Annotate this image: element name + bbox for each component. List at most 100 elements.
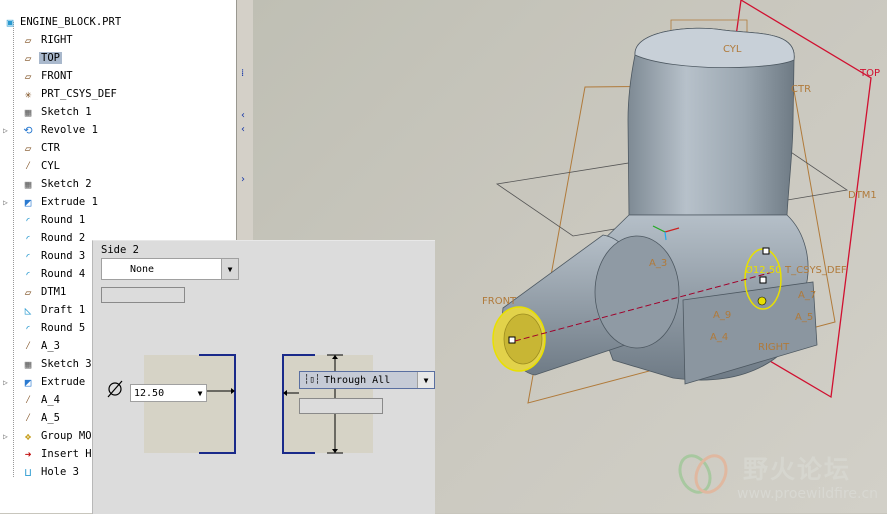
side2-depth-field[interactable] xyxy=(101,287,185,303)
diameter-diagram-lines xyxy=(107,354,236,454)
tree-item-label: Extrude 1 xyxy=(41,196,98,208)
tree-item[interactable]: ⁄ CYL xyxy=(0,157,236,175)
tree-item-label: Sketch 1 xyxy=(41,106,92,118)
center-drag-handle[interactable] xyxy=(759,276,767,284)
diameter-value: 12.50 xyxy=(134,387,165,399)
sketch-icon: ▦ xyxy=(24,105,32,119)
round-icon: ◜ xyxy=(24,267,32,281)
tree-item-label: PRT_CSYS_DEF xyxy=(41,88,117,100)
round-icon: ◜ xyxy=(24,321,32,335)
dtm1-label: DTM1 xyxy=(848,190,877,201)
datum-plane-icon: ▱ xyxy=(24,51,32,65)
tree-item-label: Group MOU xyxy=(41,430,98,442)
watermark-url: www.proewildfire.cn xyxy=(737,486,879,502)
tree-item[interactable]: ▦ Sketch 1 xyxy=(0,103,236,121)
tree-item-label: Round 3 xyxy=(41,250,86,262)
hole-options-panel: Side 2 None ▼ 12.50 ▼ ┆▯┆ Through All ▼ xyxy=(92,240,435,514)
cone-collar xyxy=(594,235,680,349)
tree-item-label: Sketch 3 xyxy=(41,358,92,370)
ctr-label: CTR xyxy=(791,84,811,95)
through-all-icon: ┆▯┆ xyxy=(304,375,321,385)
tree-item-label: Draft 1 xyxy=(41,304,86,316)
datum-axis-icon: ⁄ xyxy=(24,159,32,172)
csys-label: T_CSYS_DEF xyxy=(784,265,847,276)
sketch-icon: ▦ xyxy=(24,177,32,191)
tree-item[interactable]: ▷ ⟲ Revolve 1 xyxy=(0,121,236,139)
a4-label: A_4 xyxy=(710,332,728,343)
datum-plane-icon: ▱ xyxy=(24,33,32,47)
tree-item[interactable]: ▱ FRONT xyxy=(0,67,236,85)
tree-item[interactable]: ▱ TOP xyxy=(0,49,236,67)
round-icon: ◜ xyxy=(24,213,32,227)
datum-axis-icon: ⁄ xyxy=(24,411,32,424)
tree-item-label: CYL xyxy=(41,160,60,172)
right-label: RIGHT xyxy=(758,342,790,353)
tree-item-label: FRONT xyxy=(41,70,73,82)
diameter-dimension[interactable]: Ø12.50 xyxy=(745,264,782,276)
depth-value-field[interactable] xyxy=(299,398,383,414)
extrude-icon: ◩ xyxy=(24,375,32,389)
tree-item-label: A_3 xyxy=(41,340,60,352)
tree-item-label: ENGINE_BLOCK.PRT xyxy=(20,16,122,28)
tree-item[interactable]: ▷ ◩ Extrude 1 xyxy=(0,193,236,211)
diameter-drag-handle[interactable] xyxy=(762,247,770,255)
side2-label: Side 2 xyxy=(101,244,139,256)
tree-item-label: Extrude 2 xyxy=(41,376,98,388)
insert-here-icon: ➜ xyxy=(24,447,32,461)
expand-arrow-icon[interactable]: ▷ xyxy=(3,432,11,441)
extrude-icon: ◩ xyxy=(24,195,32,209)
csys-icon: ✳ xyxy=(24,87,32,101)
chevron-down-icon[interactable]: ▼ xyxy=(417,372,434,388)
grip-mark-icon: ⁞ xyxy=(241,68,245,79)
tree-item[interactable]: ▣ ENGINE_BLOCK.PRT xyxy=(0,13,236,31)
diameter-dropdown[interactable]: 12.50 ▼ xyxy=(130,384,207,402)
side2-value: None xyxy=(130,263,155,275)
tree-item-label: Round 5 xyxy=(41,322,86,334)
cyl-label: CYL xyxy=(723,44,742,55)
tree-item-label: Revolve 1 xyxy=(41,124,98,136)
expand-arrow-icon[interactable]: ▷ xyxy=(3,378,11,387)
tree-item-label: A_4 xyxy=(41,394,60,406)
revolve-icon: ⟲ xyxy=(23,123,33,137)
front-label: FRONT xyxy=(482,296,517,307)
expand-right-icon[interactable]: › xyxy=(241,174,247,185)
side2-dropdown[interactable]: None ▼ xyxy=(101,258,239,280)
group-icon: ❖ xyxy=(24,429,32,443)
hole-placement-handle[interactable] xyxy=(508,336,516,344)
expand-arrow-icon[interactable]: ▷ xyxy=(3,198,11,207)
tree-item[interactable]: ▱ CTR xyxy=(0,139,236,157)
hole-icon: ⊔ xyxy=(24,465,32,479)
depth-option-dropdown[interactable]: ┆▯┆ Through All ▼ xyxy=(299,371,435,389)
sketch-icon: ▦ xyxy=(24,357,32,371)
part-icon: ▣ xyxy=(6,15,14,29)
tree-item[interactable]: ▱ RIGHT xyxy=(0,31,236,49)
tree-item-label: Insert He xyxy=(41,448,98,460)
tree-item[interactable]: ◜ Round 1 xyxy=(0,211,236,229)
tree-item-label: TOP xyxy=(39,52,62,64)
watermark-title: 野火论坛 xyxy=(743,455,852,484)
tree-item[interactable]: ▦ Sketch 2 xyxy=(0,175,236,193)
a9-label: A_9 xyxy=(713,310,731,321)
tree-item-label: DTM1 xyxy=(41,286,67,298)
datum-plane-icon: ▱ xyxy=(24,69,32,83)
datum-plane-icon: ▱ xyxy=(24,141,32,155)
cylinder-top-face xyxy=(634,27,795,69)
a7-label: A_7 xyxy=(798,290,816,301)
collapse-left-icon[interactable]: ‹ xyxy=(241,110,247,121)
draft-icon: ◺ xyxy=(24,303,32,317)
datum-axis-icon: ⁄ xyxy=(24,339,32,352)
round-icon: ◜ xyxy=(24,231,32,245)
tree-item-label: Hole 3 xyxy=(41,466,79,478)
expand-arrow-icon[interactable]: ▷ xyxy=(3,126,11,135)
chevron-down-icon[interactable]: ▼ xyxy=(194,385,206,401)
collapse-left-icon[interactable]: ‹ xyxy=(241,124,247,135)
tree-item-label: A_5 xyxy=(41,412,60,424)
tree-item[interactable]: ✳ PRT_CSYS_DEF xyxy=(0,85,236,103)
depth-drag-handle[interactable] xyxy=(757,296,767,306)
chevron-down-icon[interactable]: ▼ xyxy=(221,259,238,279)
tree-item-label: Round 2 xyxy=(41,232,86,244)
datum-plane-icon: ▱ xyxy=(24,285,32,299)
tree-item-label: RIGHT xyxy=(41,34,73,46)
watermark-logo xyxy=(678,454,728,494)
a5-label: A_5 xyxy=(795,312,813,323)
